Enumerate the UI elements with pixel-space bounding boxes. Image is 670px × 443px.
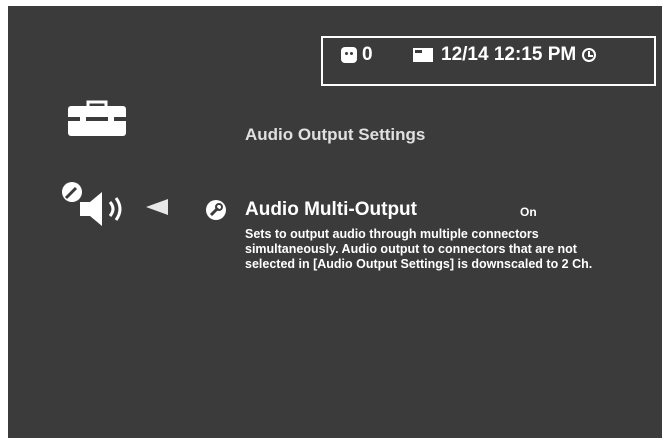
setting-description: Sets to output audio through multiple co…	[245, 227, 593, 271]
clock-icon	[582, 48, 597, 62]
speaker-wrench-icon	[60, 180, 130, 235]
datetime-status: 12/14 12:15 PM	[413, 44, 597, 66]
setting-value[interactable]: On	[520, 205, 537, 219]
datetime-text: 12/14 12:15 PM	[441, 44, 577, 65]
card-icon	[413, 48, 433, 62]
section-title: Audio Output Settings	[245, 125, 426, 144]
toolbox-icon	[66, 100, 128, 141]
status-bar: 0 12/14 12:15 PM	[321, 36, 656, 86]
message-status: 0	[341, 44, 373, 66]
message-count: 0	[362, 44, 373, 65]
back-arrow-icon[interactable]	[146, 199, 168, 215]
setting-label[interactable]: Audio Multi-Output	[245, 199, 417, 221]
message-icon	[341, 47, 357, 63]
wrench-icon	[205, 199, 227, 226]
